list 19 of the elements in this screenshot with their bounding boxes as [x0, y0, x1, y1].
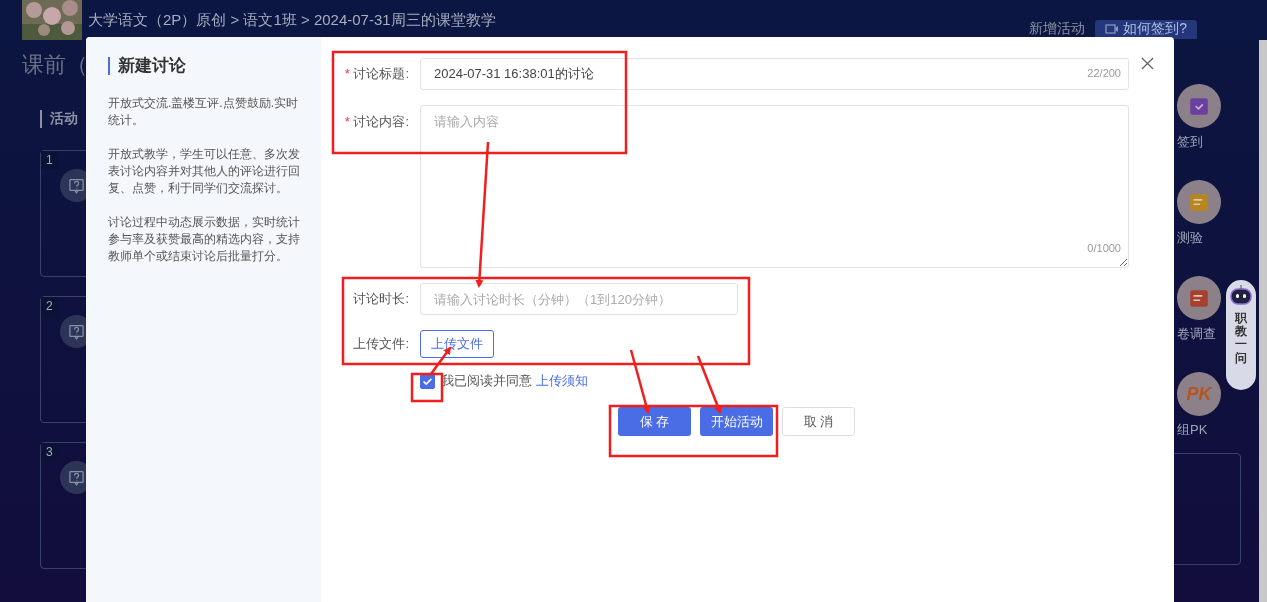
section-title: 课前（	[22, 51, 88, 79]
dialog-title: 新建讨论	[108, 57, 303, 75]
card-number: 2	[41, 297, 58, 315]
field-label: * 讨论标题:	[343, 65, 410, 83]
activity-type-label: 组PK	[1177, 421, 1208, 439]
activity-type-label: 测验	[1177, 229, 1203, 247]
description-text: 讨论过程中动态展示数据，实时统计参与率及获赞最高的精选内容，支持教师单个或结束讨论后批量打分。	[108, 214, 301, 265]
card-number: 3	[41, 443, 58, 461]
description-text: 开放式教学，学生可以任意、多次发表讨论内容并对其他人的评论进行回复、点赞，利于同学们交流探讨。	[108, 146, 301, 197]
field-label: 上传文件:	[352, 335, 410, 353]
character-counter: 22/200	[1087, 67, 1122, 79]
field-label: * 讨论内容:	[343, 113, 410, 131]
activity-type-label: 签到	[1177, 133, 1203, 151]
character-counter: 0/1000	[1087, 242, 1122, 254]
field-label: 讨论时长:	[352, 290, 410, 308]
activity-type-label: 卷调查	[1177, 325, 1216, 343]
add-activity-label: 新增活动	[1029, 20, 1086, 38]
breadcrumb: 大学语文（2P）原创 > 语文1班 > 2024-07-31周三的课堂教学	[88, 10, 496, 30]
card-number: 1	[41, 151, 58, 169]
